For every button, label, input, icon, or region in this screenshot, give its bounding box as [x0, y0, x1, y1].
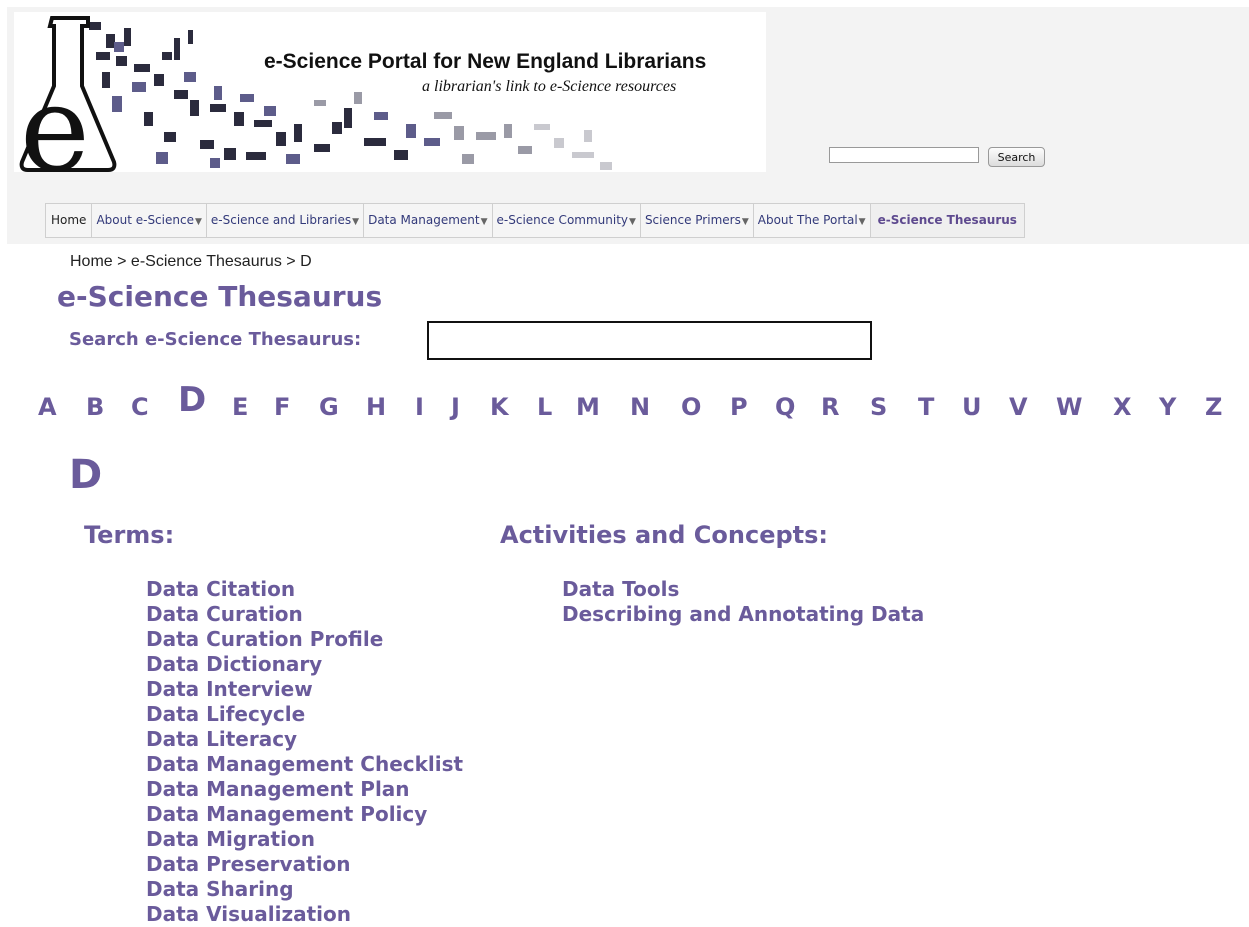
nav-science-primers[interactable]: Science Primers▼: [641, 204, 754, 237]
term-link[interactable]: Data Literacy: [146, 727, 463, 752]
breadcrumb: Home > e-Science Thesaurus > D: [70, 253, 312, 271]
breadcrumb-separator: >: [112, 253, 131, 270]
dropdown-arrow-icon: ▼: [741, 217, 749, 227]
term-link[interactable]: Data Curation: [146, 602, 463, 627]
letter-link-i[interactable]: I: [415, 392, 424, 422]
term-link[interactable]: Data Interview: [146, 677, 463, 702]
letter-link-x[interactable]: X: [1113, 392, 1132, 422]
term-link[interactable]: Data Preservation: [146, 852, 463, 877]
breadcrumb-separator: >: [281, 253, 301, 270]
letter-link-s[interactable]: S: [870, 392, 887, 422]
letter-link-n[interactable]: N: [630, 392, 650, 422]
breadcrumb-thesaurus-link[interactable]: e-Science Thesaurus: [131, 253, 282, 270]
nav-escience-thesaurus-label: e-Science Thesaurus: [877, 213, 1017, 227]
banner-tagline: a librarian's link to e-Science resource…: [422, 78, 677, 95]
letter-link-v[interactable]: V: [1009, 392, 1028, 422]
breadcrumb-home-link[interactable]: Home: [70, 253, 113, 270]
letter-link-p[interactable]: P: [730, 392, 748, 422]
letter-link-h[interactable]: H: [366, 392, 386, 422]
letter-link-l[interactable]: L: [537, 392, 552, 422]
activities-heading: Activities and Concepts:: [500, 521, 829, 549]
term-link[interactable]: Data Management Policy: [146, 802, 463, 827]
banner-title: e-Science Portal for New England Librari…: [264, 50, 707, 73]
letter-link-b[interactable]: B: [86, 392, 104, 422]
page-title: e-Science Thesaurus: [57, 280, 383, 313]
site-search-input[interactable]: [829, 147, 979, 163]
letter-link-y[interactable]: Y: [1159, 392, 1176, 422]
nav-about-portal[interactable]: About The Portal▼: [754, 204, 871, 237]
letter-link-f[interactable]: F: [274, 392, 290, 422]
nav-data-management-label: Data Management: [368, 213, 480, 227]
activities-list: Data Tools Describing and Annotating Data: [562, 577, 924, 627]
nav-escience-libraries[interactable]: e-Science and Libraries▼: [207, 204, 365, 237]
portal-banner[interactable]: e e-Science Portal for New England Libra…: [14, 12, 766, 172]
activity-link[interactable]: Describing and Annotating Data: [562, 602, 924, 627]
dropdown-arrow-icon: ▼: [352, 217, 360, 227]
dropdown-arrow-icon: ▼: [194, 217, 202, 227]
dropdown-arrow-icon: ▼: [629, 217, 636, 227]
nav-science-primers-label: Science Primers: [644, 213, 741, 227]
letter-link-k[interactable]: K: [490, 392, 509, 422]
letter-link-c[interactable]: C: [131, 392, 149, 422]
letter-link-r[interactable]: R: [821, 392, 839, 422]
letter-link-j[interactable]: J: [451, 392, 460, 422]
breadcrumb-current: D: [300, 253, 312, 270]
main-nav: Home About e-Science▼ e-Science and Libr…: [45, 203, 1025, 238]
term-link[interactable]: Data Visualization: [146, 902, 463, 927]
term-link[interactable]: Data Management Plan: [146, 777, 463, 802]
term-link[interactable]: Data Lifecycle: [146, 702, 463, 727]
alphabet-index: ABCDEFGHIJKLMN OPQR S TUVW XYZ: [38, 383, 1228, 429]
term-link[interactable]: Data Citation: [146, 577, 463, 602]
letter-link-t[interactable]: T: [918, 392, 934, 422]
letter-link-o[interactable]: O: [681, 392, 701, 422]
nav-escience-community[interactable]: e-Science Community▼: [493, 204, 641, 237]
thesaurus-search-input[interactable]: [427, 321, 872, 360]
terms-heading: Terms:: [84, 521, 175, 549]
nav-about-portal-label: About The Portal: [757, 213, 858, 227]
letter-link-e[interactable]: E: [232, 392, 248, 422]
terms-list: Data Citation Data Curation Data Curation …: [146, 577, 463, 927]
letter-link-w[interactable]: W: [1056, 392, 1082, 422]
dropdown-arrow-icon: ▼: [858, 217, 866, 227]
letter-link-d[interactable]: D: [178, 383, 206, 417]
nav-home-label: Home: [51, 213, 87, 227]
dropdown-arrow-icon: ▼: [480, 217, 488, 227]
letter-link-a[interactable]: A: [38, 392, 57, 422]
term-link[interactable]: Data Curation Profile: [146, 627, 463, 652]
svg-text:e: e: [20, 60, 90, 172]
nav-escience-thesaurus[interactable]: e-Science Thesaurus: [870, 204, 1025, 237]
term-link[interactable]: Data Management Checklist: [146, 752, 463, 777]
nav-about-escience-label: About e-Science: [96, 213, 194, 227]
letter-link-m[interactable]: M: [576, 392, 600, 422]
nav-home[interactable]: Home: [46, 204, 93, 237]
site-search-button[interactable]: Search: [988, 147, 1045, 167]
term-link[interactable]: Data Sharing: [146, 877, 463, 902]
nav-escience-libraries-label: e-Science and Libraries: [210, 213, 352, 227]
nav-about-escience[interactable]: About e-Science▼: [92, 204, 207, 237]
letter-link-z[interactable]: Z: [1205, 392, 1222, 422]
section-letter-heading: D: [69, 452, 103, 498]
letter-link-u[interactable]: U: [962, 392, 982, 422]
term-link[interactable]: Data Dictionary: [146, 652, 463, 677]
activity-link[interactable]: Data Tools: [562, 577, 924, 602]
nav-escience-community-label: e-Science Community: [496, 213, 629, 227]
letter-link-q[interactable]: Q: [775, 392, 795, 422]
letter-link-g[interactable]: G: [319, 392, 339, 422]
nav-data-management[interactable]: Data Management▼: [364, 204, 493, 237]
thesaurus-search-label: Search e-Science Thesaurus:: [69, 329, 362, 350]
term-link[interactable]: Data Migration: [146, 827, 463, 852]
